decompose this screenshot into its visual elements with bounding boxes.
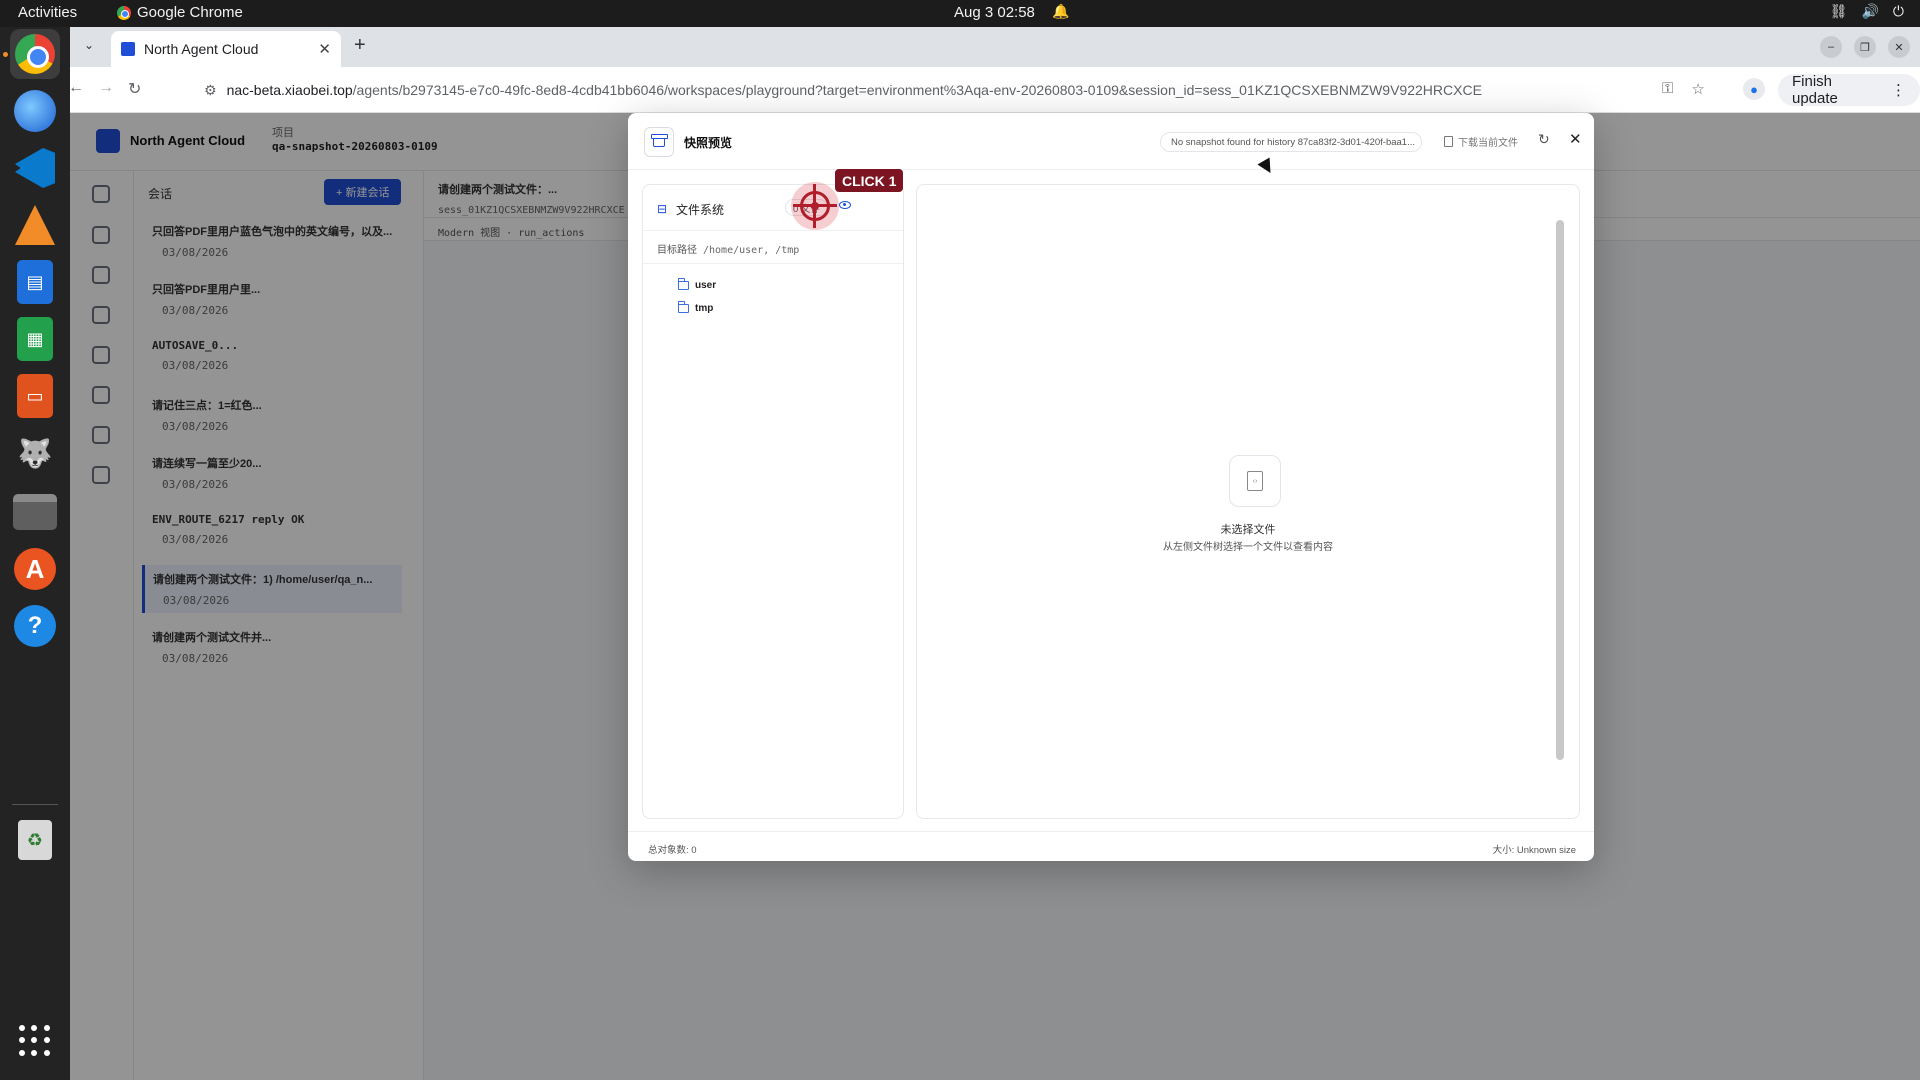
system-tray[interactable]: ⛓ 🔊 ⏻ xyxy=(1830,3,1904,20)
total-objects: 总对象数: 0 xyxy=(648,845,697,856)
toolbar-actions: ⚿ ☆ xyxy=(1662,80,1705,98)
profile-avatar-icon[interactable]: ● xyxy=(1743,78,1765,100)
file-download-icon xyxy=(1444,136,1453,147)
archive-icon xyxy=(644,127,674,157)
reload-button[interactable]: ↻ xyxy=(128,79,141,99)
tab-strip: ⌄ North Agent Cloud ✕ + – ❐ ✕ xyxy=(70,27,1920,67)
dock-impress[interactable]: ▭ xyxy=(10,371,60,421)
vlc-icon xyxy=(15,205,55,245)
eye-icon[interactable] xyxy=(839,201,851,209)
browser-tab[interactable]: North Agent Cloud ✕ xyxy=(111,31,341,67)
network-icon: ⛓ xyxy=(1829,3,1848,19)
show-apps-button[interactable] xyxy=(19,1025,51,1057)
system-top-bar: Activities Google Chrome Aug 3 02:58 🔔 ⛓… xyxy=(0,0,1920,27)
new-tab-button[interactable]: + xyxy=(354,34,366,57)
forward-button[interactable]: → xyxy=(98,79,114,97)
target-path: 目标路径/home/user, /tmp xyxy=(643,230,903,264)
clock[interactable]: Aug 3 02:58 xyxy=(954,4,1035,21)
snapshot-preview-modal: 快照预览 No snapshot found for history 87ca8… xyxy=(628,113,1594,861)
back-button[interactable]: ← xyxy=(68,79,84,97)
code-file-icon: ‹› xyxy=(1229,455,1281,507)
vscode-icon xyxy=(15,148,55,188)
file-preview-panel: ‹› 未选择文件 从左侧文件树选择一个文件以查看内容 xyxy=(916,184,1580,819)
url-text: nac-beta.xiaobei.top/agents/b2973145-e7c… xyxy=(226,82,1482,98)
activities-button[interactable]: Activities xyxy=(18,4,77,21)
tab-close-icon[interactable]: ✕ xyxy=(318,40,331,58)
files-icon xyxy=(13,494,57,530)
download-label: 下载当前文件 xyxy=(1458,138,1518,149)
download-current-file-button[interactable]: 下载当前文件 xyxy=(1444,134,1518,149)
modal-header: 快照预览 No snapshot found for history 87ca8… xyxy=(628,113,1594,170)
target-path-value: /home/user, /tmp xyxy=(703,245,800,256)
page-scrollbar[interactable] xyxy=(1556,220,1564,760)
trash-icon: ♻ xyxy=(18,820,52,860)
calc-icon: ▦ xyxy=(17,317,53,361)
dock-chrome[interactable] xyxy=(10,29,60,79)
impress-icon: ▭ xyxy=(17,374,53,418)
window-controls: – ❐ ✕ xyxy=(1820,36,1910,58)
empty-state-title: 未选择文件 xyxy=(1220,524,1276,536)
power-icon: ⏻ xyxy=(1892,3,1904,19)
active-app-name: Google Chrome xyxy=(137,4,243,21)
notification-bell-icon: 🔔 xyxy=(1052,3,1070,19)
folder-name: tmp xyxy=(695,303,714,314)
dock-vscode[interactable] xyxy=(10,143,60,193)
tab-title: North Agent Cloud xyxy=(144,41,259,57)
filesystem-panel: ⊟ 文件系统 0 文件 目标路径/home/user, /tmp user tm… xyxy=(642,184,904,819)
dock-thunderbird[interactable] xyxy=(10,86,60,136)
folder-name: user xyxy=(695,280,717,291)
click-label: CLICK 1 xyxy=(835,169,904,192)
finish-update-button[interactable]: Finish update ⋮ xyxy=(1778,73,1920,107)
dock: ▤ ▦ ▭ 🐺 A ? ♻ xyxy=(0,27,70,1080)
close-modal-button[interactable]: ✕ xyxy=(1569,130,1582,148)
help-icon: ? xyxy=(14,605,56,647)
folder-icon xyxy=(678,278,689,290)
dock-writer[interactable]: ▤ xyxy=(10,257,60,307)
tree-folder-tmp[interactable]: tmp xyxy=(678,301,714,314)
volume-icon: 🔊 xyxy=(1861,3,1879,19)
maximize-button[interactable]: ❐ xyxy=(1854,36,1876,58)
minimize-button[interactable]: – xyxy=(1820,36,1842,58)
modal-footer: 总对象数: 0 大小: Unknown size xyxy=(628,831,1594,861)
snapshot-status-badge: No snapshot found for history 87ca83f2-3… xyxy=(1160,132,1422,152)
total-size: 大小: Unknown size xyxy=(1492,845,1576,856)
target-path-label: 目标路径 xyxy=(657,245,697,256)
thunderbird-icon xyxy=(14,90,56,132)
favicon-icon xyxy=(121,42,135,56)
gimp-icon: 🐺 xyxy=(17,437,53,469)
tab-search-icon[interactable]: ⌄ xyxy=(84,38,94,52)
finish-update-label: Finish update xyxy=(1792,73,1838,107)
close-window-button[interactable]: ✕ xyxy=(1888,36,1910,58)
refresh-icon[interactable]: ↻ xyxy=(1538,131,1550,148)
empty-state-subtitle: 从左侧文件树选择一个文件以查看内容 xyxy=(1163,542,1333,553)
address-bar[interactable]: ⚙ nac-beta.xiaobei.top/agents/b2973145-e… xyxy=(194,73,1734,107)
modal-title: 快照预览 xyxy=(684,136,733,150)
bookmark-star-icon[interactable]: ☆ xyxy=(1691,80,1704,98)
folder-icon xyxy=(678,301,689,313)
chrome-icon xyxy=(117,5,131,20)
chrome-icon xyxy=(15,34,55,74)
active-app-menu[interactable]: Google Chrome xyxy=(117,4,243,21)
filesystem-title: 文件系统 xyxy=(676,203,725,217)
dock-vlc[interactable] xyxy=(10,200,60,250)
file-tree-icon: ⊟ xyxy=(657,202,668,216)
app-store-icon: A xyxy=(14,548,56,590)
dock-calc[interactable]: ▦ xyxy=(10,314,60,364)
running-indicator xyxy=(3,52,8,57)
dock-help[interactable]: ? xyxy=(10,601,60,651)
click-target-marker xyxy=(791,182,839,230)
tree-folder-user[interactable]: user xyxy=(678,278,717,291)
site-info-icon[interactable]: ⚙ xyxy=(204,82,217,99)
password-key-icon[interactable]: ⚿ xyxy=(1662,80,1673,98)
dock-separator xyxy=(12,804,58,805)
dock-trash[interactable]: ♻ xyxy=(10,815,60,865)
dock-gimp[interactable]: 🐺 xyxy=(10,428,60,478)
writer-icon: ▤ xyxy=(17,260,53,304)
dock-app-store[interactable]: A xyxy=(10,544,60,594)
dock-files[interactable] xyxy=(10,487,60,537)
browser-toolbar: ← → ↻ ⚙ nac-beta.xiaobei.top/agents/b297… xyxy=(68,67,1920,113)
menu-kebab-icon: ⋮ xyxy=(1891,82,1906,99)
